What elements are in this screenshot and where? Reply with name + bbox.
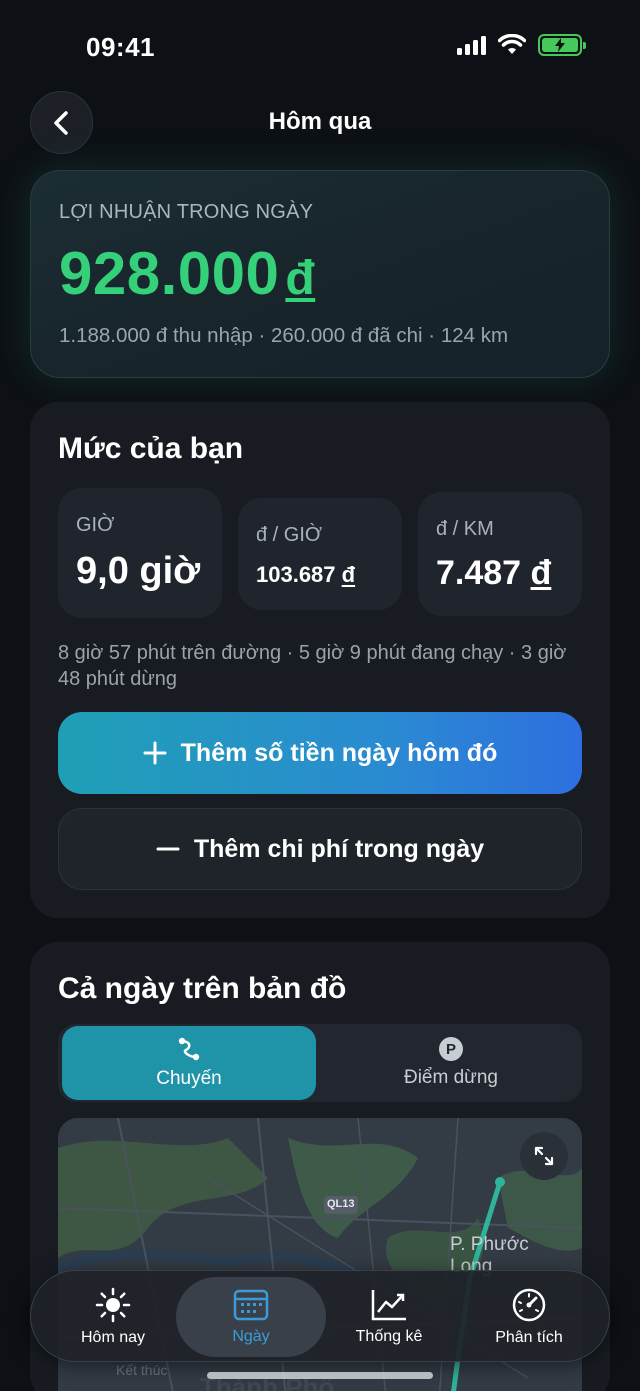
map-title: Cả ngày trên bản đồ — [58, 972, 347, 1005]
tab-statistics-label: Thống kê — [355, 1328, 423, 1345]
profit-amount-value: 928.000 — [59, 240, 280, 307]
minus-icon — [156, 847, 180, 851]
tab-today[interactable]: Hôm nay — [43, 1271, 183, 1363]
wifi-icon — [498, 34, 526, 54]
status-bar: 09:41 — [0, 0, 640, 92]
calendar-icon — [233, 1289, 269, 1321]
stat-hours-label: GIỜ — [76, 514, 115, 536]
stat-per-hour: đ / GIỜ 103.687 đ — [238, 498, 402, 610]
add-expense-button[interactable]: Thêm chi phí trong ngày — [58, 808, 582, 890]
tab-day[interactable]: Ngày — [181, 1271, 321, 1363]
profit-summary: 1.188.000 đ thu nhập · 260.000 đ đã chi … — [59, 324, 509, 347]
stat-per-km-value: 7.487 đ — [436, 554, 552, 592]
plus-icon — [143, 741, 167, 765]
home-indicator — [207, 1372, 433, 1379]
map-mode-segmented-control: Chuyến P Điểm dừng — [58, 1024, 582, 1102]
tab-stops-label: Điểm dừng — [403, 1067, 499, 1088]
expand-map-button[interactable] — [520, 1132, 568, 1180]
profit-amount: 928.000 đ — [59, 239, 315, 308]
stat-hours-value: 9,0 giờ — [76, 550, 201, 592]
expand-icon — [534, 1146, 554, 1166]
daily-profit-card: LỢI NHUẬN TRONG NGÀY 928.000 đ 1.188.000 … — [30, 170, 610, 378]
stat-per-hour-value: 103.687 đ — [256, 562, 356, 587]
time-breakdown-note: 8 giờ 57 phút trên đường · 5 giờ 9 phút … — [58, 642, 567, 690]
stat-per-km-label: đ / KM — [436, 518, 494, 540]
tab-analysis[interactable]: Phân tích — [459, 1271, 599, 1363]
rates-card: Mức của bạn GIỜ 9,0 giờ đ / GIỜ 103.687 … — [30, 402, 610, 918]
sun-icon — [95, 1287, 131, 1323]
stat-per-km: đ / KM 7.487 đ — [418, 492, 582, 616]
tab-today-label: Hôm nay — [80, 1329, 146, 1346]
page-title: Hôm qua — [268, 108, 372, 135]
tab-trips[interactable]: Chuyến — [62, 1026, 316, 1100]
tab-day-label: Ngày — [232, 1328, 270, 1345]
stat-per-hour-label: đ / GIỜ — [256, 524, 323, 546]
parking-icon: P — [439, 1037, 463, 1061]
bottom-tab-bar: Hôm nay Ngày Thống kê Phân tích — [30, 1270, 610, 1362]
add-expense-label: Thêm chi phí trong ngày — [193, 834, 485, 863]
tab-statistics[interactable]: Thống kê — [319, 1271, 459, 1363]
add-income-label: Thêm số tiền ngày hôm đó — [180, 738, 498, 767]
battery-charging-icon — [538, 34, 586, 56]
tab-analysis-label: Phân tích — [495, 1329, 563, 1346]
gauge-icon — [512, 1288, 546, 1322]
profit-label: LỢI NHUẬN TRONG NGÀY — [59, 201, 314, 223]
route-icon — [178, 1037, 200, 1061]
map-road-label: QL13 — [327, 1198, 355, 1210]
status-icons — [457, 34, 586, 56]
status-time: 09:41 — [86, 32, 155, 62]
map-end-label: Kết thúc — [116, 1362, 168, 1378]
tab-trips-label: Chuyến — [156, 1068, 222, 1089]
profit-currency: đ — [285, 252, 316, 305]
stat-hours: GIỜ 9,0 giờ — [58, 488, 222, 618]
rates-title: Mức của bạn — [58, 432, 244, 465]
tab-stops[interactable]: P Điểm dừng — [324, 1026, 578, 1100]
chart-icon — [371, 1290, 406, 1321]
cellular-signal-icon — [457, 35, 486, 55]
add-income-button[interactable]: Thêm số tiền ngày hôm đó — [58, 712, 582, 794]
